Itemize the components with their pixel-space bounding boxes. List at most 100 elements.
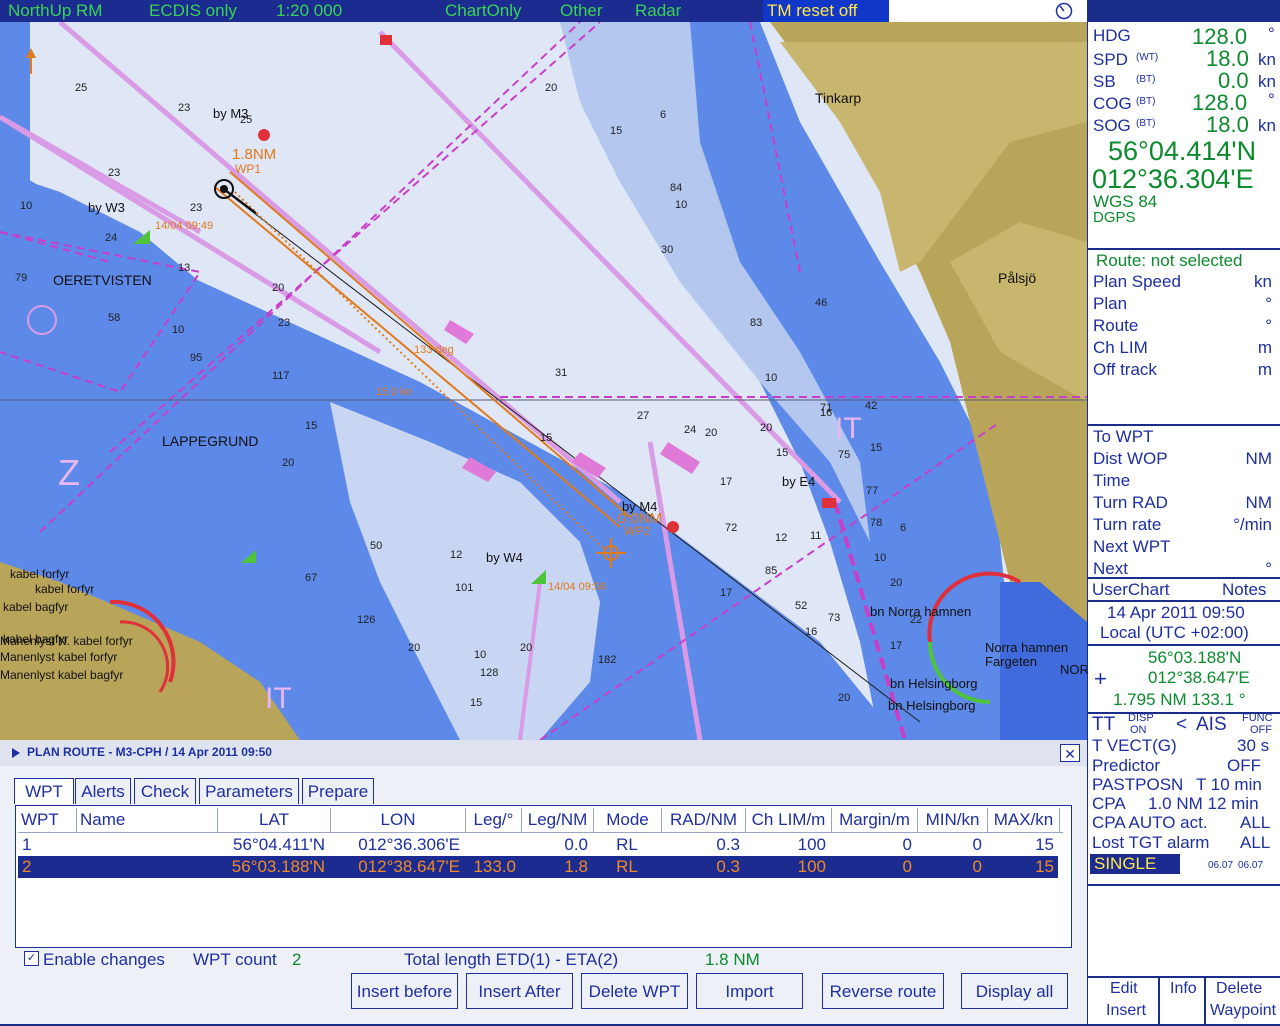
- depth-sounding: 58: [108, 312, 121, 324]
- table-cell: 0.3: [716, 857, 740, 876]
- tvect-label[interactable]: T VECT(G): [1092, 736, 1177, 756]
- notes-button[interactable]: Notes: [1222, 580, 1266, 600]
- tab-wpt[interactable]: WPT: [14, 778, 74, 804]
- route-row-unit: °: [1265, 316, 1272, 335]
- total-length-value: 1.8 NM: [705, 950, 760, 969]
- reverse-route-button[interactable]: Reverse route: [822, 973, 944, 1009]
- nautical-chart[interactable]: by M3 1.8NM WP1 by W3 14/04 09:49 OERETV…: [0, 22, 1087, 740]
- disp-state: ON: [1130, 724, 1147, 736]
- depth-sounding: 79: [15, 272, 28, 284]
- chart-only-button[interactable]: ChartOnly: [445, 0, 522, 22]
- wpt-row-label: Next: [1093, 559, 1128, 578]
- import-button[interactable]: Import: [696, 973, 803, 1009]
- table-row[interactable]: 2 56°03.188'N 012°38.647'E 133.0 1.8 RL 0.3 100…: [18, 856, 1058, 878]
- column-header[interactable]: MAX/kn: [988, 808, 1060, 832]
- delete-button[interactable]: Delete: [1216, 980, 1262, 998]
- wpt-row-unit: °/min: [1233, 515, 1272, 534]
- info-button[interactable]: Info: [1170, 980, 1197, 998]
- column-header[interactable]: Margin/m: [832, 808, 918, 832]
- ais-label[interactable]: AIS: [1196, 714, 1227, 736]
- tab-check[interactable]: Check: [134, 778, 196, 804]
- depth-sounding: 6: [900, 522, 907, 534]
- userchart-button[interactable]: UserChart: [1092, 580, 1169, 600]
- waypoint-button[interactable]: Waypoint: [1210, 1002, 1276, 1020]
- action-divider-v2: [1204, 978, 1206, 1026]
- table-cell: 56°04.411'N: [233, 835, 325, 854]
- lost-tgt-value: ALL: [1240, 833, 1271, 852]
- cog-label: COG: [1093, 94, 1132, 113]
- table-row[interactable]: 1 56°04.411'N 012°36.306'E 0.0 RL 0.3 100 0 0 15: [18, 834, 1058, 856]
- sog-unit: kn: [1258, 116, 1276, 135]
- edit-button[interactable]: Edit: [1110, 980, 1138, 998]
- tab-prepare[interactable]: Prepare: [302, 778, 374, 804]
- column-header[interactable]: LON: [331, 808, 466, 832]
- orientation-mode-button[interactable]: NorthUp RM: [8, 0, 102, 22]
- action-box: Edit Insert Info Delete Waypoint: [1088, 884, 1280, 1026]
- cable-label-7: Manenlyst kabel bagfyr: [0, 668, 124, 682]
- pastposn-label[interactable]: PASTPOSN: [1092, 775, 1183, 795]
- tt-label[interactable]: TT: [1092, 714, 1115, 736]
- place-label-lappegrund: LAPPEGRUND: [162, 433, 259, 449]
- wpt-row-label: To WPT: [1093, 427, 1154, 446]
- cpa-value: 1.0 NM 12 min: [1148, 794, 1259, 813]
- chart-canvas[interactable]: [0, 22, 1087, 740]
- cursor-lon: 012°38.647'E: [1148, 668, 1250, 687]
- waypoint-table: WPT Name LAT LON Leg/° Leg/NM Mode RAD/NM Ch LIM…: [15, 805, 1072, 948]
- cpa-auto-value: ALL: [1240, 813, 1271, 832]
- column-header[interactable]: Mode: [594, 808, 662, 832]
- depth-sounding: 17: [720, 587, 733, 599]
- depth-sounding: 20: [520, 642, 533, 654]
- insert-before-button[interactable]: Insert before: [351, 973, 458, 1009]
- userchart-box: UserChart Notes: [1088, 577, 1280, 600]
- area-label-z: Z: [58, 452, 80, 493]
- disp-label: DISP: [1128, 712, 1154, 724]
- tab-alerts[interactable]: Alerts: [75, 778, 131, 804]
- depth-sounding: 17: [890, 640, 903, 652]
- display-all-button[interactable]: Display all: [961, 973, 1068, 1009]
- depth-sounding: 50: [370, 540, 383, 552]
- depth-sounding: 13: [178, 262, 191, 274]
- column-header[interactable]: LAT: [218, 808, 331, 832]
- depth-sounding: 84: [670, 182, 683, 194]
- column-header[interactable]: Ch LIM/m: [746, 808, 832, 832]
- predictor-label[interactable]: Predictor: [1092, 756, 1160, 776]
- lost-tgt-label[interactable]: Lost TGT alarm: [1092, 833, 1209, 853]
- column-header[interactable]: MIN/kn: [918, 808, 988, 832]
- tvect-value: 30 s: [1237, 736, 1270, 755]
- clock-icon[interactable]: [1055, 2, 1073, 20]
- cpa-auto-label[interactable]: CPA AUTO act.: [1092, 813, 1208, 833]
- target-settings-box: TT DISP ON < AIS FUNC OFF T VECT(G) 30 s…: [1088, 712, 1280, 884]
- close-button[interactable]: ✕: [1060, 744, 1080, 762]
- insert-button[interactable]: Insert: [1106, 1002, 1146, 1020]
- cog-unit: °: [1268, 90, 1275, 109]
- wpt-row-label: Next WPT: [1093, 537, 1171, 556]
- chart-scale-button[interactable]: 1:20 000: [276, 0, 342, 22]
- tab-parameters[interactable]: Parameters: [199, 778, 299, 804]
- route-row-unit: kn: [1254, 272, 1272, 291]
- enable-changes-checkbox[interactable]: ✓: [24, 951, 39, 966]
- single-mode-label[interactable]: SINGLE: [1094, 854, 1156, 874]
- depth-sounding: 67: [305, 572, 318, 584]
- place-label-nor: NOR: [1060, 662, 1087, 677]
- table-cell: 1: [22, 835, 32, 854]
- table-cell: 0: [902, 857, 912, 876]
- other-button[interactable]: Other: [560, 0, 603, 22]
- column-header[interactable]: Leg/NM: [522, 808, 594, 832]
- insert-after-button[interactable]: Insert After: [466, 973, 573, 1009]
- table-cell: 15: [1035, 857, 1054, 876]
- depth-sounding: 12: [450, 549, 463, 561]
- route-row-unit: m: [1257, 360, 1272, 379]
- column-header[interactable]: WPT: [18, 808, 77, 832]
- radar-button[interactable]: Radar: [635, 0, 681, 22]
- single-mode-bg[interactable]: SINGLE: [1090, 854, 1180, 874]
- collapse-arrow-icon[interactable]: [11, 747, 21, 759]
- display-mode-button[interactable]: ECDIS only: [149, 0, 237, 22]
- tm-reset-button[interactable]: TM reset off: [763, 0, 889, 22]
- wp2-label: WP2: [624, 524, 651, 538]
- cpa-label[interactable]: CPA: [1092, 794, 1126, 814]
- column-header[interactable]: Leg/°: [466, 808, 522, 832]
- column-header[interactable]: Name: [77, 808, 218, 832]
- delete-wpt-button[interactable]: Delete WPT: [581, 973, 688, 1009]
- column-header[interactable]: RAD/NM: [662, 808, 746, 832]
- depth-sounding: 20: [282, 457, 295, 469]
